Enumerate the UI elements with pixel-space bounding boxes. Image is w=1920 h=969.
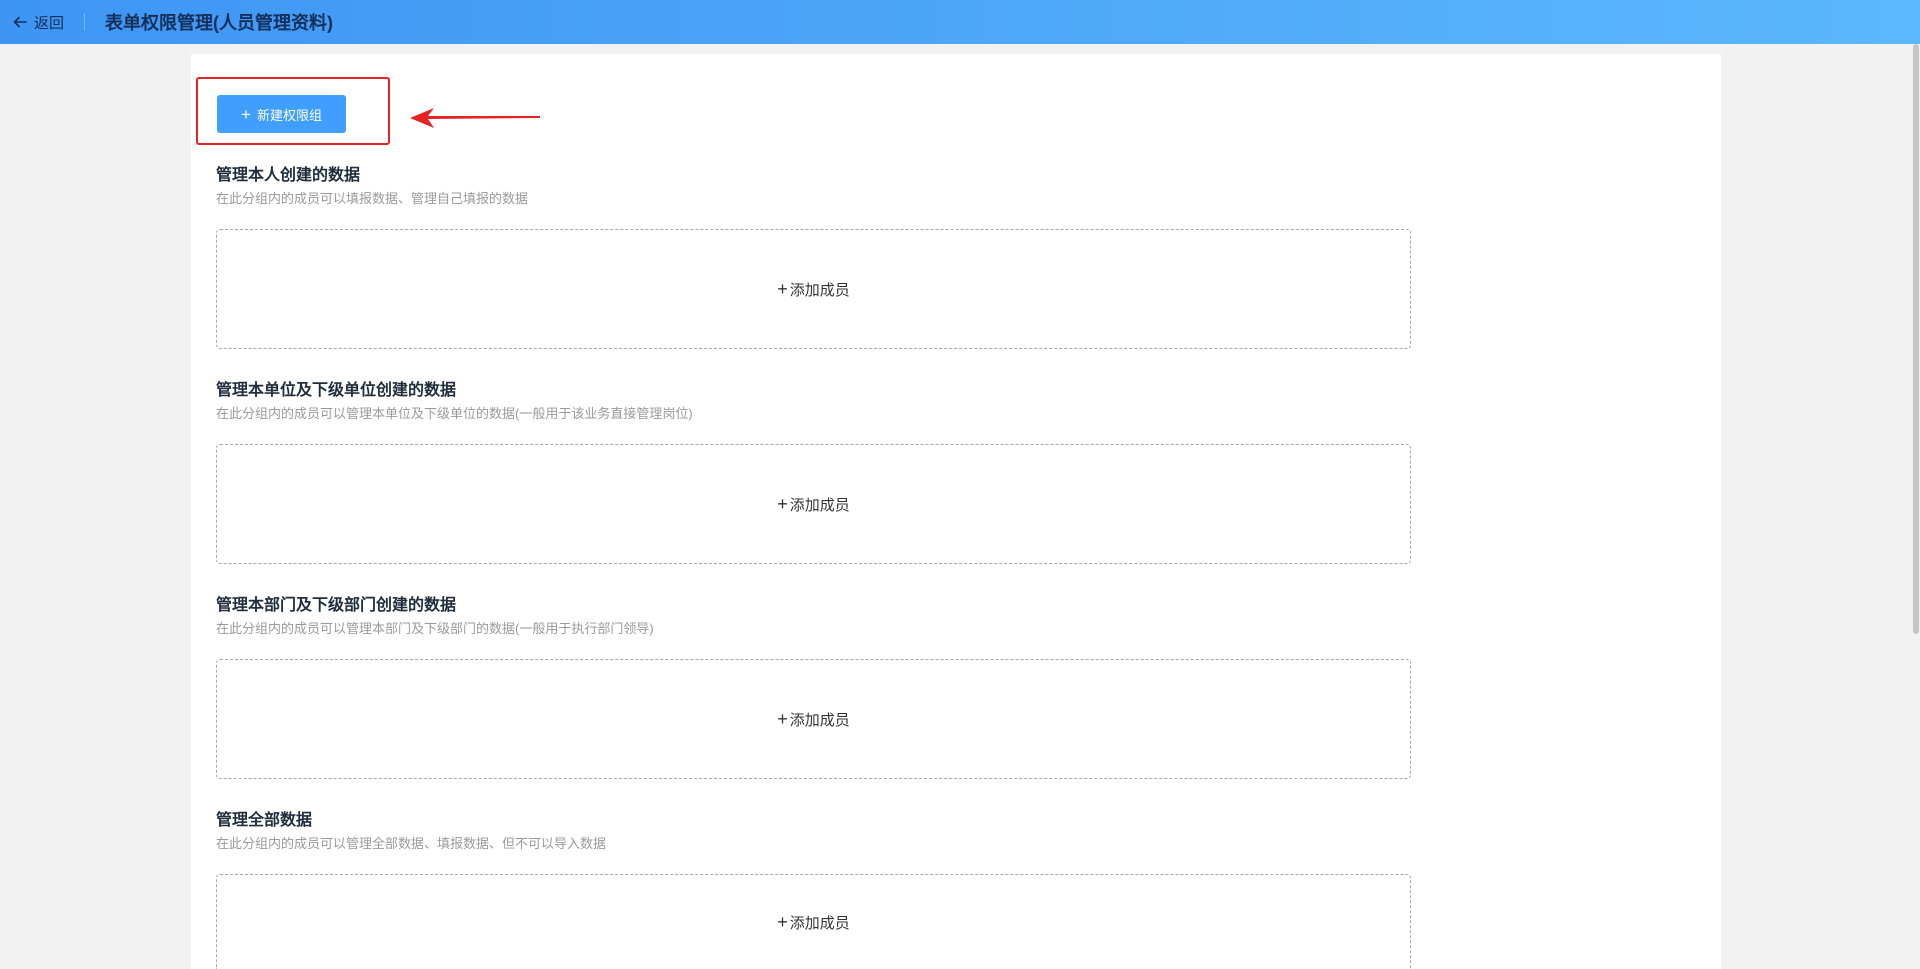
vertical-scrollbar[interactable]	[1912, 44, 1920, 969]
top-header-bar: 返回 表单权限管理(人员管理资料)	[0, 0, 1920, 44]
add-member-box-own-data[interactable]: + 添加成员	[216, 229, 1411, 349]
add-member-label: 添加成员	[789, 914, 850, 932]
plus-icon: +	[777, 709, 788, 729]
plus-icon: +	[777, 912, 788, 932]
plus-icon: +	[777, 279, 788, 299]
add-member-box-unit-data[interactable]: + 添加成员	[216, 444, 1411, 564]
section-desc-all-data: 在此分组内的成员可以管理全部数据、填报数据、但不可以导入数据	[216, 836, 607, 851]
add-member-label: 添加成员	[789, 496, 850, 514]
section-title-own-data: 管理本人创建的数据	[216, 167, 361, 184]
back-button[interactable]: 返回	[12, 12, 64, 33]
section-title-all-data: 管理全部数据	[216, 812, 313, 829]
new-permission-group-button[interactable]: + 新建权限组	[217, 95, 346, 133]
add-member-box-department-data[interactable]: + 添加成员	[216, 659, 1411, 779]
section-title-department-data: 管理本部门及下级部门创建的数据	[216, 597, 457, 614]
add-member-label: 添加成员	[789, 281, 850, 299]
plus-icon: +	[241, 104, 251, 124]
section-desc-department-data: 在此分组内的成员可以管理本部门及下级部门的数据(一般用于执行部门领导)	[216, 621, 654, 636]
section-desc-own-data: 在此分组内的成员可以填报数据、管理自己填报的数据	[216, 191, 529, 206]
section-desc-unit-data: 在此分组内的成员可以管理本单位及下级单位的数据(一般用于该业务直接管理岗位)	[216, 406, 693, 421]
section-title-unit-data: 管理本单位及下级单位创建的数据	[216, 382, 457, 399]
header-divider	[84, 13, 86, 31]
scrollbar-thumb[interactable]	[1913, 44, 1919, 634]
arrow-left-icon	[13, 16, 27, 28]
add-member-box-all-data[interactable]: + 添加成员	[216, 874, 1411, 969]
red-arrow-icon	[410, 108, 540, 128]
new-permission-group-label: 新建权限组	[256, 107, 322, 123]
back-label: 返回	[34, 14, 65, 32]
add-member-label: 添加成员	[789, 711, 850, 729]
page-title: 表单权限管理(人员管理资料)	[105, 13, 334, 33]
plus-icon: +	[777, 494, 788, 514]
